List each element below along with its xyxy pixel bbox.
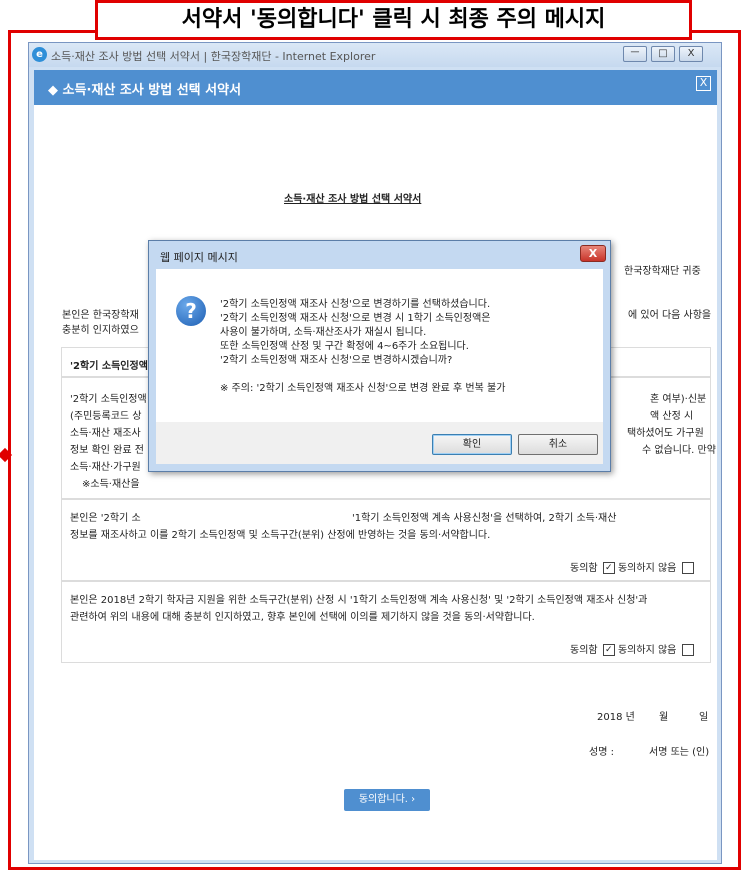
consent1-options: 동의함 ✓ 동의하지 않음 — [570, 559, 694, 574]
dialog-message-line: 사용이 불가하며, 소득·재산조사가 재실시 됩니다. — [220, 327, 427, 338]
dialog-message-line: 또한 소득인정액 산정 및 구간 확정에 4~6주가 소요됩니다. — [220, 341, 469, 352]
dialog-footer: 확인 취소 — [156, 422, 603, 464]
dialog-warning: ※ 주의: '2학기 소득인정액 재조사 신청'으로 변경 완료 후 번복 불가 — [220, 383, 506, 394]
body-line-right: 혼 여부)·신분 — [650, 394, 707, 405]
agree-submit-button[interactable]: 동의합니다. › — [344, 789, 430, 811]
agree-label: 동의함 — [570, 645, 598, 656]
date-month: 월 — [659, 712, 669, 723]
consent1-line: 정보를 재조사하고 이를 2학기 소득인정액 및 소득구간(분위) 산정에 반영… — [70, 530, 491, 541]
consent1-line: 본인은 '2학기 소 — [70, 513, 141, 524]
disagree-label: 동의하지 않음 — [617, 645, 677, 656]
dialog-message-line: '2학기 소득인정액 재조사 신청'으로 변경하시겠습니까? — [220, 355, 453, 366]
section1-header: '2학기 소득인정액 — [70, 361, 148, 372]
agree-label: 동의함 — [570, 563, 598, 574]
popup-title: ◆ 소득·재산 조사 방법 선택 서약서 — [48, 83, 242, 98]
addressee: 한국장학재단 귀중 — [624, 266, 701, 277]
question-icon: ? — [176, 296, 206, 326]
intro-text-right: 에 있어 다음 사항을 — [628, 310, 712, 321]
body-line-right: 택하셨어도 가구원 — [627, 428, 704, 439]
popup-close-icon[interactable]: X — [696, 76, 711, 91]
date-day: 일 — [699, 712, 709, 723]
sign-label: 성명 : — [589, 747, 614, 758]
disagree-checkbox[interactable] — [681, 562, 694, 574]
body-line: 소득·재산 재조사 — [70, 428, 141, 439]
consent1-line: '1학기 소득인정액 계속 사용신청'을 선택하여, 2학기 소득·재산 — [352, 513, 617, 524]
body-line: ※소득·재산을 — [82, 479, 140, 490]
disagree-label: 동의하지 않음 — [617, 563, 677, 574]
web-page-message-dialog: 웹 페이지 메시지 X ? '2학기 소득인정액 재조사 신청'으로 변경하기를… — [148, 240, 611, 472]
window-close-button[interactable]: X — [679, 46, 703, 62]
sign-value: 서명 또는 (인) — [649, 747, 710, 758]
popup-header: ◆ 소득·재산 조사 방법 선택 서약서 X — [34, 70, 717, 105]
body-line-right: 수 없습니다. 만약 — [642, 445, 716, 456]
ok-button[interactable]: 확인 — [432, 434, 512, 455]
agree-checkbox[interactable]: ✓ — [602, 562, 615, 574]
consent2-options: 동의함 ✓ 동의하지 않음 — [570, 641, 694, 656]
dialog-message-line: '2학기 소득인정액 재조사 신청'으로 변경 시 1학기 소득인정액은 — [220, 313, 491, 324]
body-line: (주민등록코드 상 — [70, 411, 142, 422]
body-line: 정보 확인 완료 전 — [70, 445, 144, 456]
annotation-arrow-icon — [0, 447, 13, 463]
body-line: '2학기 소득인정액 — [70, 394, 147, 405]
maximize-button[interactable]: □ — [651, 46, 675, 62]
body-line-right: 액 산정 시 — [650, 411, 694, 422]
body-line: 소득·재산·가구원 — [70, 462, 141, 473]
minimize-button[interactable]: ㅡ — [623, 46, 647, 62]
intro-text-left: 본인은 한국장학재 — [62, 310, 139, 321]
annotation-banner: 서약서 '동의합니다' 클릭 시 최종 주의 메시지 — [95, 0, 692, 40]
cancel-button[interactable]: 취소 — [518, 434, 598, 455]
consent2-line: 본인은 2018년 2학기 학자금 지원을 위한 소득구간(분위) 산정 시 '… — [70, 595, 648, 606]
dialog-message-line: '2학기 소득인정액 재조사 신청'으로 변경하기를 선택하셨습니다. — [220, 299, 491, 310]
ie-logo-icon: e — [32, 47, 47, 62]
dialog-title: 웹 페이지 메시지 — [160, 251, 238, 264]
date-year: 2018 년 — [597, 712, 635, 723]
agree-checkbox[interactable]: ✓ — [602, 644, 615, 656]
ie-title-bar: e 소득·재산 조사 방법 선택 서약서 | 한국장학재단 - Internet… — [29, 43, 721, 67]
consent2-line: 관련하여 위의 내용에 대해 충분히 인지하였고, 향후 본인에 선택에 이의를… — [70, 612, 535, 623]
pledge-document: 소득·재산 조사 방법 선택 서약서 한국장학재단 귀중 본인은 한국장학재 에… — [34, 105, 717, 860]
consent2-box: 본인은 2018년 2학기 학자금 지원을 위한 소득구간(분위) 산정 시 '… — [61, 581, 711, 663]
document-title: 소득·재산 조사 방법 선택 서약서 — [284, 194, 422, 205]
disagree-checkbox[interactable] — [681, 644, 694, 656]
intro-text-line2: 충분히 인지하였으 — [62, 325, 139, 336]
ie-window-title: 소득·재산 조사 방법 선택 서약서 | 한국장학재단 - Internet E… — [51, 50, 376, 63]
dialog-close-button[interactable]: X — [580, 245, 606, 262]
dialog-body: ? '2학기 소득인정액 재조사 신청'으로 변경하기를 선택하셨습니다. '2… — [156, 269, 603, 422]
consent1-box: 본인은 '2학기 소 '1학기 소득인정액 계속 사용신청'을 선택하여, 2학… — [61, 499, 711, 581]
